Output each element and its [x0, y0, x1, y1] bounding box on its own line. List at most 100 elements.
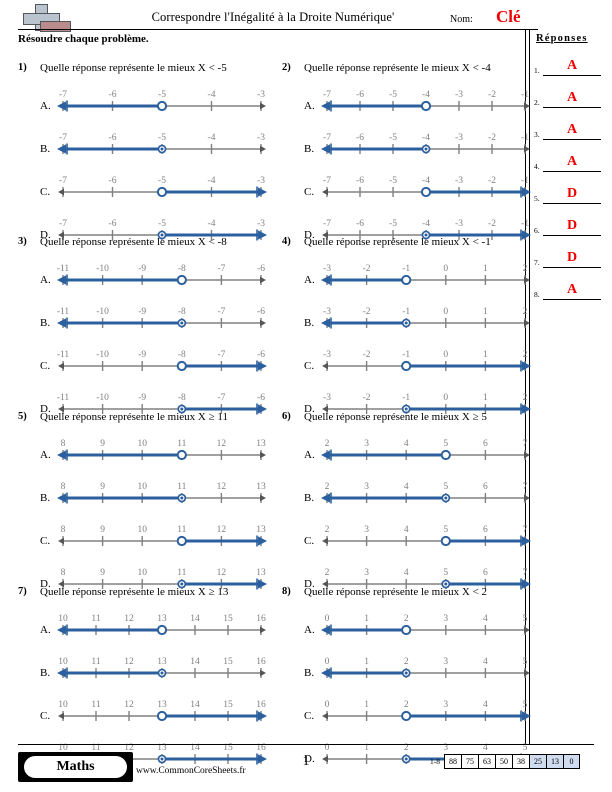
answer-choice[interactable]: B. 0 1 2 3 4 5 [304, 643, 534, 686]
svg-text:-10: -10 [96, 264, 109, 274]
svg-text:12: 12 [217, 482, 227, 492]
choice-letter: B. [304, 667, 315, 679]
svg-text:10: 10 [58, 614, 68, 624]
svg-text:-3: -3 [455, 133, 463, 143]
svg-text:4: 4 [483, 657, 488, 667]
problem-prompt: Quelle réponse représente le mieux X < 2 [304, 586, 488, 598]
problem-prompt: Quelle réponse représente le mieux X < -… [304, 236, 491, 248]
svg-text:10: 10 [137, 568, 147, 578]
svg-text:3: 3 [364, 568, 369, 578]
answer-choice[interactable]: A. 2 3 4 5 6 7 [304, 425, 534, 468]
answer-choice[interactable]: A. 0 1 2 3 4 5 [304, 600, 534, 643]
number-line-graphic: 10 11 12 13 14 15 16 [57, 686, 267, 729]
svg-text:12: 12 [124, 614, 134, 624]
svg-text:9: 9 [100, 439, 105, 449]
answer-number: 4. [534, 162, 540, 171]
answer-choice[interactable]: C. -7 -6 -5 -4 -3 -2 -1 [304, 162, 534, 205]
svg-text:16: 16 [256, 657, 266, 667]
svg-text:-7: -7 [59, 133, 67, 143]
svg-text:-6: -6 [109, 219, 117, 229]
choice-letter: B. [304, 317, 315, 329]
svg-text:14: 14 [190, 657, 200, 667]
problem-prompt: Quelle réponse représente le mieux X ≥ 1… [40, 586, 229, 598]
svg-text:12: 12 [124, 657, 134, 667]
answer-choice[interactable]: A. -7 -6 -5 -4 -3 [40, 76, 270, 119]
svg-text:-9: -9 [138, 393, 146, 403]
svg-text:8: 8 [61, 482, 66, 492]
answer-choice[interactable]: C. -11 -10 -9 -8 -7 -6 [40, 336, 270, 379]
page-title: Correspondre l'Inégalité à la Droite Num… [151, 10, 395, 24]
svg-text:1: 1 [364, 657, 369, 667]
choice-letter: A. [304, 100, 315, 112]
number-line-graphic: -7 -6 -5 -4 -3 -2 -1 [321, 76, 531, 119]
answer-value: D [566, 250, 578, 265]
svg-text:6: 6 [483, 439, 488, 449]
svg-text:0: 0 [443, 307, 448, 317]
svg-text:1: 1 [483, 307, 488, 317]
svg-text:-6: -6 [109, 90, 117, 100]
svg-text:1: 1 [364, 614, 369, 624]
answer-choice[interactable]: C. 10 11 12 13 14 15 16 [40, 686, 270, 729]
svg-text:-11: -11 [57, 264, 69, 274]
svg-text:3: 3 [443, 700, 448, 710]
svg-text:6: 6 [483, 568, 488, 578]
svg-text:-5: -5 [389, 176, 397, 186]
answer-number: 6. [534, 226, 540, 235]
answer-choice[interactable]: B. -3 -2 -1 0 1 2 [304, 293, 534, 336]
choice-letter: C. [40, 535, 51, 547]
book-block [40, 21, 71, 32]
choice-letter: B. [304, 492, 315, 504]
svg-text:2: 2 [404, 700, 409, 710]
svg-text:0: 0 [325, 614, 330, 624]
answer-choice[interactable]: C. 2 3 4 5 6 7 [304, 511, 534, 554]
answer-choice[interactable]: A. -3 -2 -1 0 1 2 [304, 250, 534, 293]
svg-text:8: 8 [61, 439, 66, 449]
problem-prompt: Quelle réponse représente le mieux X < -… [304, 62, 491, 74]
svg-text:-5: -5 [158, 90, 166, 100]
answer-number: 3. [534, 130, 540, 139]
svg-text:1: 1 [483, 350, 488, 360]
answer-choice[interactable]: C. 0 1 2 3 4 5 [304, 686, 534, 729]
worksheet-page: Correspondre l'Inégalité à la Droite Num… [0, 0, 612, 792]
svg-text:-6: -6 [356, 219, 364, 229]
answer-choice[interactable]: B. -11 -10 -9 -8 -7 -6 [40, 293, 270, 336]
answers-title: Réponses [536, 33, 588, 44]
svg-text:-9: -9 [138, 264, 146, 274]
svg-text:13: 13 [256, 568, 266, 578]
answer-value: D [566, 186, 578, 201]
score-cell: 50 [495, 754, 512, 769]
answer-choice[interactable]: A. -7 -6 -5 -4 -3 -2 -1 [304, 76, 534, 119]
answer-choice[interactable]: B. 10 11 12 13 14 15 16 [40, 643, 270, 686]
answer-choice[interactable]: B. -7 -6 -5 -4 -3 [40, 119, 270, 162]
svg-text:2: 2 [325, 568, 330, 578]
answer-choice[interactable]: A. -11 -10 -9 -8 -7 -6 [40, 250, 270, 293]
answer-choice[interactable]: A. 10 11 12 13 14 15 16 [40, 600, 270, 643]
svg-text:2: 2 [523, 264, 528, 274]
svg-text:-6: -6 [257, 350, 265, 360]
answer-choice[interactable]: B. -7 -6 -5 -4 -3 -2 -1 [304, 119, 534, 162]
answer-choice[interactable]: B. 2 3 4 5 6 7 [304, 468, 534, 511]
svg-text:5: 5 [443, 525, 448, 535]
answer-choice[interactable]: C. -3 -2 -1 0 1 2 [304, 336, 534, 379]
svg-text:3: 3 [443, 614, 448, 624]
svg-text:-3: -3 [257, 90, 265, 100]
answer-choice[interactable]: C. 8 9 10 11 12 13 [40, 511, 270, 554]
answer-rule [543, 299, 601, 300]
svg-text:0: 0 [325, 657, 330, 667]
score-cell: 75 [461, 754, 478, 769]
answer-choice[interactable]: C. -7 -6 -5 -4 -3 [40, 162, 270, 205]
choice-letter: C. [304, 710, 315, 722]
svg-text:-1: -1 [402, 350, 410, 360]
svg-text:-11: -11 [57, 350, 69, 360]
svg-text:-8: -8 [178, 350, 186, 360]
svg-text:14: 14 [190, 614, 200, 624]
answer-choice[interactable]: B. 8 9 10 11 12 13 [40, 468, 270, 511]
number-line-graphic: 0 1 2 3 4 5 [321, 600, 531, 643]
svg-text:-1: -1 [521, 133, 529, 143]
number-line-graphic: -11 -10 -9 -8 -7 -6 [57, 293, 267, 336]
svg-text:-11: -11 [57, 307, 69, 317]
svg-text:-3: -3 [455, 90, 463, 100]
svg-text:-1: -1 [521, 90, 529, 100]
answer-choice[interactable]: A. 8 9 10 11 12 13 [40, 425, 270, 468]
svg-text:7: 7 [523, 568, 528, 578]
